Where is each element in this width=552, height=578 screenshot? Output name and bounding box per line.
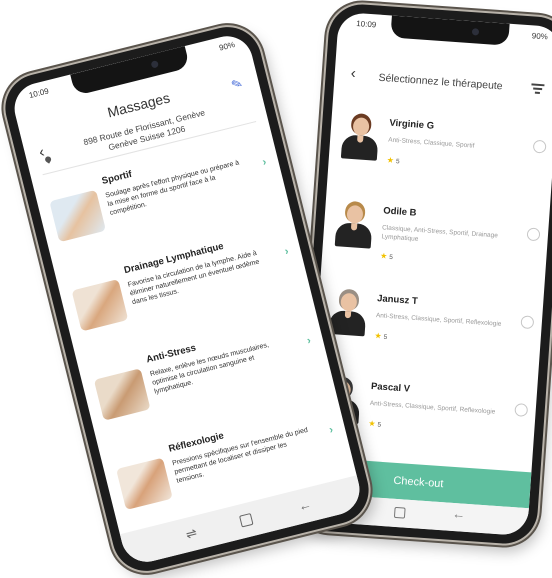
chevron-right-icon[interactable]: › [328, 424, 334, 437]
avatar-body [328, 309, 367, 337]
rating-value: 5 [395, 158, 400, 166]
therapist-row[interactable]: Virginie G Anti-Stress, Classique, Sporti… [327, 104, 552, 201]
star-icon: ★ [386, 155, 395, 165]
avatar-face [352, 117, 370, 137]
therapist-specialties: Anti-Stress, Classique, Sportif, Reflexo… [369, 399, 496, 416]
therapist-name: Virginie G [389, 117, 435, 132]
filter-icon[interactable] [531, 83, 545, 94]
therapist-avatar [333, 200, 376, 249]
category-description: Soulage après l'effort physique ou prépa… [104, 159, 240, 217]
massage-photo [93, 368, 151, 421]
avatar-body [334, 222, 373, 249]
massages-screen: 10:09 90% Massages ✎ ‹ 898 Route de Flor… [9, 30, 365, 568]
star-icon: ★ [374, 331, 383, 341]
massage-photo [116, 457, 173, 510]
therapist-avatar [339, 112, 382, 161]
therapist-rating: ★5 [387, 156, 400, 166]
therapist-name: Odile B [382, 205, 417, 219]
star-icon: ★ [379, 251, 388, 261]
status-battery: 90% [531, 31, 549, 42]
therapist-rating: ★5 [380, 251, 393, 261]
chevron-right-icon[interactable]: › [306, 334, 312, 347]
camera-icon [471, 28, 480, 36]
chevron-right-icon[interactable]: › [283, 245, 289, 258]
therapist-rating: ★5 [374, 331, 387, 341]
therapist-avatar [327, 288, 370, 337]
category-name: Sportif [100, 168, 134, 187]
select-radio[interactable] [526, 227, 541, 242]
status-time: 10:09 [28, 86, 50, 101]
massage-photo [71, 279, 129, 332]
therapist-specialties: Anti-Stress, Classique, Sportif, Reflexo… [375, 312, 502, 328]
category-description: Pressions spécifiques sur l'ensemble du … [171, 426, 309, 485]
massages-phone: 10:09 90% Massages ✎ ‹ 898 Route de Flor… [0, 19, 376, 578]
home-square-icon[interactable] [393, 506, 406, 519]
back-chevron-icon[interactable]: ‹ [350, 65, 356, 82]
camera-icon [150, 60, 160, 69]
select-radio[interactable] [514, 403, 529, 417]
rating-value: 5 [377, 421, 382, 429]
home-square-icon[interactable] [239, 512, 254, 528]
rating-value: 5 [388, 253, 394, 262]
select-radio[interactable] [520, 315, 535, 330]
avatar-body [340, 134, 379, 161]
therapist-specialties: Anti-Stress, Classique, Sportif [387, 136, 475, 150]
star-icon: ★ [368, 418, 376, 429]
status-battery: 90% [218, 40, 236, 53]
rating-value: 5 [383, 333, 388, 341]
therapist-specialties: Classique, Anti-Stress, Sportif, Drainag… [381, 224, 499, 243]
select-radio[interactable] [532, 139, 547, 154]
therapist-row[interactable]: Janusz T Anti-Stress, Classique, Sportif,… [315, 279, 544, 376]
status-time: 10:09 [355, 19, 377, 30]
chevron-right-icon[interactable]: › [261, 156, 267, 169]
therapist-name: Janusz T [376, 293, 419, 307]
avatar-face [340, 292, 358, 312]
category-description: Relaxe, enlève les nœuds musculaires, op… [149, 341, 270, 396]
phone-notch [390, 15, 510, 46]
therapist-row[interactable]: Odile B Classique, Anti-Stress, Sportif, … [321, 191, 550, 288]
nav-back-icon[interactable]: ← [297, 496, 313, 514]
nav-back-icon[interactable]: ← [452, 506, 466, 522]
recents-icon[interactable]: ⇌ [184, 525, 198, 543]
therapist-name: Pascal V [370, 380, 411, 395]
massage-photo [49, 189, 107, 243]
therapist-rating: ★5 [368, 419, 381, 429]
avatar-face [346, 204, 364, 224]
page-title: Sélectionnez le thérapeute [378, 71, 504, 93]
